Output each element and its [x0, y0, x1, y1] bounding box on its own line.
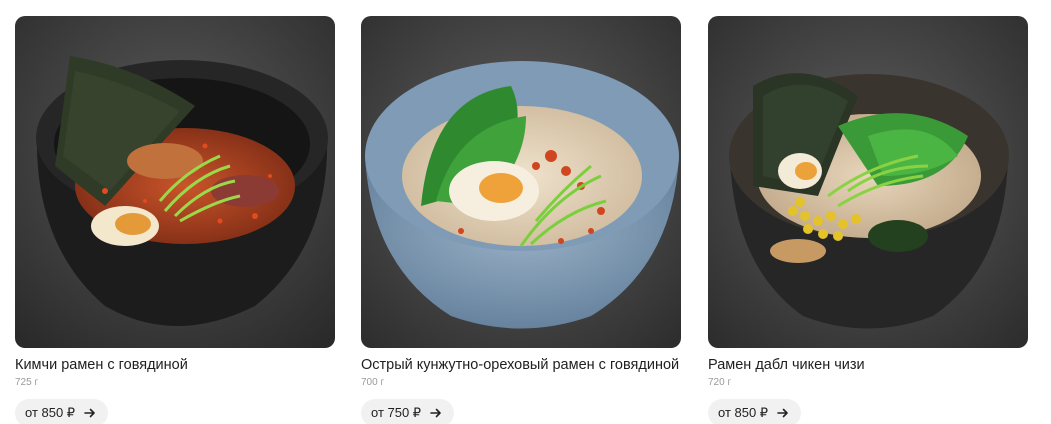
product-grid: Кимчи рамен с говядиной 725 г от 850 ₽ О…: [0, 0, 1051, 424]
price-label: от 850 ₽: [25, 405, 76, 420]
arrow-right-icon: [84, 408, 95, 418]
arrow-right-icon: [777, 408, 788, 418]
price-label: от 750 ₽: [371, 405, 422, 420]
price-button[interactable]: от 750 ₽: [361, 399, 455, 424]
product-name[interactable]: Кимчи рамен с говядиной: [15, 356, 335, 374]
price-button[interactable]: от 850 ₽: [15, 399, 109, 424]
price-label: от 850 ₽: [718, 405, 769, 420]
product-card[interactable]: Острый кунжутно-ореховый рамен с говядин…: [361, 16, 681, 424]
price-button[interactable]: от 850 ₽: [708, 399, 802, 424]
product-name[interactable]: Острый кунжутно-ореховый рамен с говядин…: [361, 356, 681, 374]
product-photo-kimchi-ramen[interactable]: [15, 16, 335, 348]
product-card[interactable]: Кимчи рамен с говядиной 725 г от 850 ₽: [15, 16, 335, 424]
arrow-right-icon: [430, 408, 441, 418]
product-name[interactable]: Рамен дабл чикен чизи: [708, 356, 1028, 374]
product-weight: 720 г: [708, 377, 732, 388]
product-card[interactable]: Рамен дабл чикен чизи 720 г от 850 ₽: [708, 16, 1028, 424]
product-photo-sesame-ramen[interactable]: [361, 16, 681, 348]
product-weight: 700 г: [361, 377, 385, 388]
product-photo-chicken-cheesy-ramen[interactable]: [708, 16, 1028, 348]
product-weight: 725 г: [15, 377, 39, 388]
